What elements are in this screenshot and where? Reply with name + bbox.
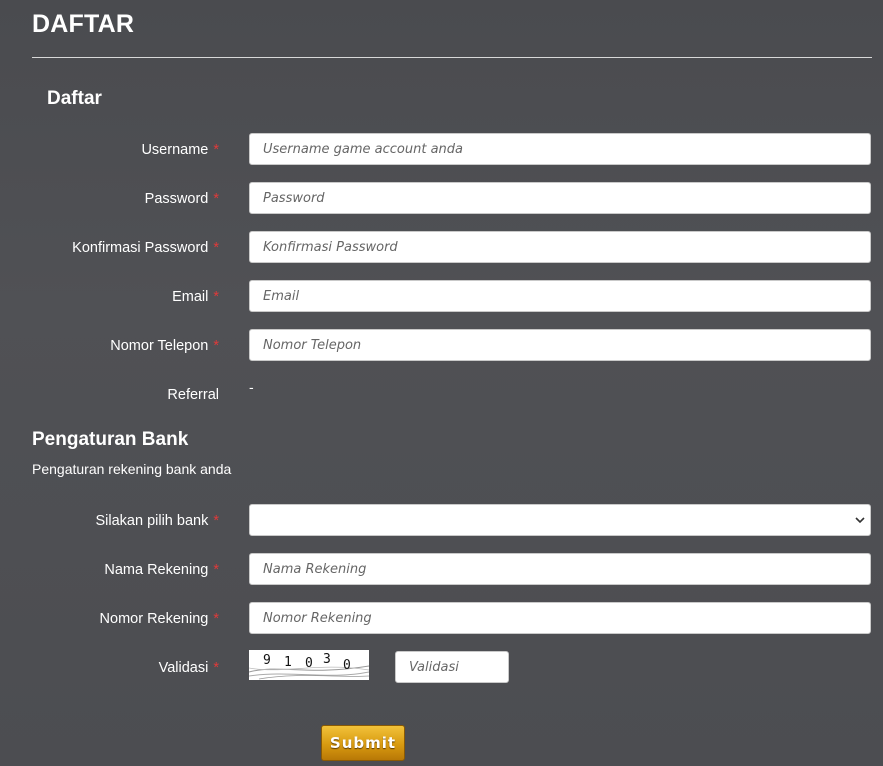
required-marker: * [213, 562, 219, 578]
captcha-digit: 3 [323, 652, 331, 667]
required-marker: * [213, 240, 219, 256]
submit-button[interactable]: Submit [321, 725, 405, 761]
password-label: Password * [144, 191, 219, 207]
confirm-password-input[interactable] [249, 231, 871, 263]
account-name-label: Nama Rekening * [104, 562, 219, 578]
phone-label: Nomor Telepon * [110, 338, 219, 354]
validation-input[interactable] [395, 651, 509, 683]
bank-select[interactable] [249, 504, 871, 536]
chevron-down-icon [855, 517, 865, 524]
username-label: Username * [141, 142, 219, 158]
account-number-label: Nomor Rekening * [99, 611, 219, 627]
bank-select-label: Silakan pilih bank * [95, 513, 219, 529]
page-title: DAFTAR [32, 10, 135, 38]
password-row: Password * [0, 182, 883, 216]
username-row: Username * [0, 133, 883, 167]
title-divider [32, 57, 872, 58]
captcha-noise: 9 1 0 3 0 [249, 652, 369, 680]
phone-row: Nomor Telepon * [0, 329, 883, 363]
captcha-digit: 0 [343, 658, 351, 673]
required-marker: * [213, 191, 219, 207]
validation-row: Validasi * 9 1 0 3 0 [0, 650, 883, 685]
captcha-digit: 9 [263, 653, 271, 668]
bank-select-row: Silakan pilih bank * [0, 504, 883, 538]
captcha-digit: 0 [305, 656, 313, 671]
account-name-row: Nama Rekening * [0, 553, 883, 587]
confirm-password-row: Konfirmasi Password * [0, 231, 883, 265]
confirm-password-label: Konfirmasi Password * [72, 240, 219, 256]
required-marker: * [213, 142, 219, 158]
account-number-input[interactable] [249, 602, 871, 634]
referral-label: Referral [167, 387, 219, 403]
password-input[interactable] [249, 182, 871, 214]
email-row: Email * [0, 280, 883, 314]
phone-input[interactable] [249, 329, 871, 361]
account-number-row: Nomor Rekening * [0, 602, 883, 636]
referral-value: - [249, 379, 254, 395]
section-title-bank: Pengaturan Bank [32, 429, 189, 450]
required-marker: * [213, 611, 219, 627]
account-name-input[interactable] [249, 553, 871, 585]
required-marker: * [213, 660, 219, 676]
referral-row: Referral - [0, 378, 883, 412]
section-description-bank: Pengaturan rekening bank anda [32, 461, 232, 477]
section-title-daftar: Daftar [47, 88, 102, 109]
required-marker: * [213, 289, 219, 305]
validation-label: Validasi * [158, 660, 219, 676]
captcha-digit: 1 [284, 655, 292, 670]
email-label: Email * [172, 289, 219, 305]
username-input[interactable] [249, 133, 871, 165]
required-marker: * [213, 338, 219, 354]
required-marker: * [213, 513, 219, 529]
captcha-image: 9 1 0 3 0 [249, 650, 369, 680]
email-input[interactable] [249, 280, 871, 312]
